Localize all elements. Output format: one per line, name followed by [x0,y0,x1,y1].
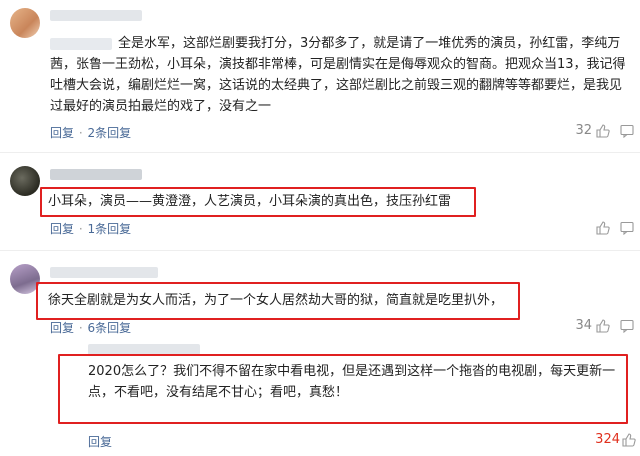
reply-button[interactable]: 回复 [50,321,74,335]
view-replies-button[interactable]: 6条回复 [88,321,132,335]
thumbs-up-icon[interactable] [596,220,610,239]
view-replies-button[interactable]: 1条回复 [88,222,132,236]
comment-actions: 回复 · 2条回复 [50,124,131,141]
username-blurred[interactable] [50,169,142,180]
reply-button[interactable]: 回复 [50,222,74,236]
avatar[interactable] [10,166,40,196]
comment-text: 徐天全剧就是为女人而活，为了一个女人居然劫大哥的狱，简直就是吃里扒外， [48,293,504,308]
thumbs-up-icon[interactable] [596,123,610,142]
username-blurred[interactable] [50,10,142,21]
comment-actions: 回复 · 6条回复 [50,319,131,336]
reply-text: 2020怎么了？我们不得不留在家中看电视，但是还遇到这样一个拖沓的电视剧，每天更… [88,364,616,400]
reply-button[interactable]: 回复 [88,433,112,450]
like-count: 324 [595,432,620,447]
separator: · [78,126,83,140]
comment-icon[interactable] [620,220,634,239]
like-count: 34 [575,318,592,333]
thumbs-up-icon[interactable] [622,432,636,451]
comment-text: 全是水军，这部烂剧要我打分，3分都多了，就是请了一堆优秀的演员，孙红雷，李纯万茜… [50,36,626,114]
divider [0,250,640,251]
thumbs-up-icon[interactable] [596,318,610,337]
username-blurred[interactable] [50,267,158,278]
comment-text: 小耳朵，演员——黄澄澄，人艺演员，小耳朵演的真出色，技压孙红雷 [48,194,452,209]
avatar[interactable] [10,8,40,38]
comment-icon[interactable] [620,318,634,337]
like-count: 32 [575,123,592,138]
separator: · [78,222,83,236]
comment-actions: 回复 · 1条回复 [50,220,131,237]
view-replies-button[interactable]: 2条回复 [88,126,132,140]
separator: · [78,321,83,335]
reply-button[interactable]: 回复 [50,126,74,140]
divider [0,152,640,153]
comment-icon[interactable] [620,123,634,142]
